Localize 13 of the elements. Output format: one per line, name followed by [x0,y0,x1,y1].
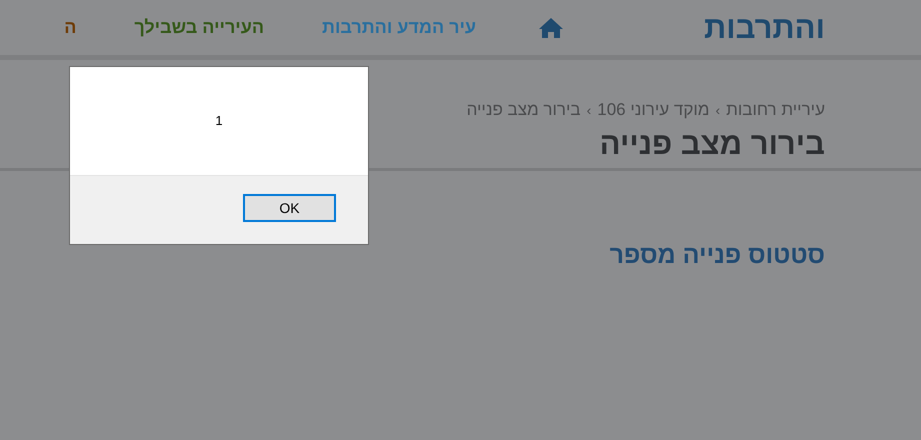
site-logo[interactable]: והתרבות [704,10,825,46]
breadcrumb-separator: › [715,102,720,118]
breadcrumb-link[interactable]: בירור מצב פנייה [466,100,581,120]
breadcrumb-link[interactable]: מוקד עירוני 106 [597,100,710,120]
nav-link[interactable]: ה [64,17,76,38]
breadcrumb-link[interactable]: עיריית רחובות [726,100,825,120]
section-heading: סטטוס פנייה מספר [608,241,825,270]
home-icon[interactable] [538,16,564,38]
breadcrumb-separator: › [586,102,592,118]
alert-message: 1 [215,113,223,129]
nav-link[interactable]: עיר המדע והתרבות [322,17,476,38]
nav-link[interactable]: העירייה בשבילך [134,17,264,38]
ok-button[interactable]: OK [243,194,336,222]
